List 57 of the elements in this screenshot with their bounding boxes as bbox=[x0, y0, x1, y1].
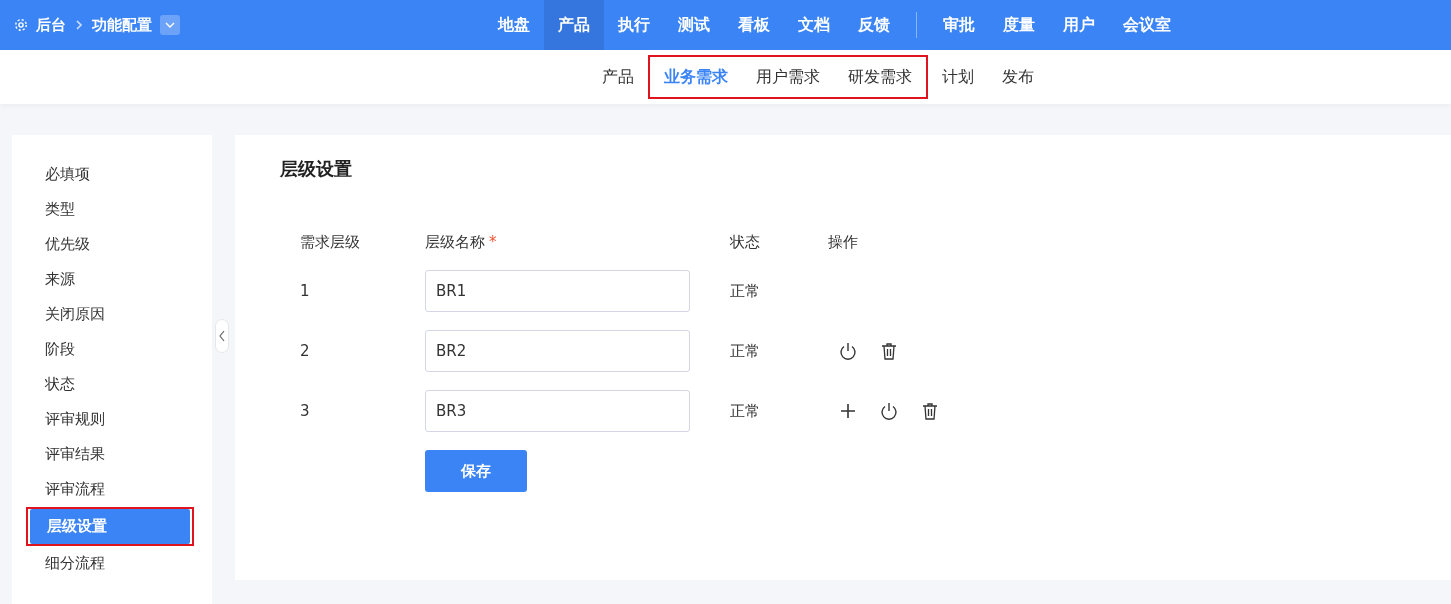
level-number: 3 bbox=[300, 402, 311, 420]
sidebar-item[interactable]: 必填项 bbox=[28, 157, 188, 192]
required-mark: * bbox=[489, 233, 497, 251]
breadcrumb-current[interactable]: 功能配置 bbox=[92, 15, 152, 35]
sub-tab[interactable]: 用户需求 bbox=[742, 57, 834, 97]
sidebar-item[interactable]: 优先级 bbox=[28, 227, 188, 262]
sidebar-item[interactable]: 来源 bbox=[28, 262, 188, 297]
nav-tab[interactable]: 度量 bbox=[989, 0, 1049, 50]
breadcrumb-home[interactable]: 后台 bbox=[36, 15, 66, 35]
chevron-right-icon bbox=[74, 20, 84, 30]
power-icon[interactable] bbox=[838, 341, 858, 361]
sidebar-item[interactable]: 评审规则 bbox=[28, 402, 188, 437]
nav-tab[interactable]: 地盘 bbox=[484, 0, 544, 50]
content-panel: 层级设置 需求层级 层级名称 * 状态 操作 1 BR1 正常 2 BR2 正常 3 BR3 正常 保存 bbox=[235, 135, 1451, 580]
sub-tab[interactable]: 计划 bbox=[928, 57, 988, 97]
nav-tab[interactable]: 审批 bbox=[929, 0, 989, 50]
nav-tab[interactable]: 文档 bbox=[784, 0, 844, 50]
sidebar-item[interactable]: 阶段 bbox=[28, 332, 188, 367]
sidebar-item[interactable]: 层级设置 bbox=[30, 509, 190, 544]
panel-title: 层级设置 bbox=[280, 157, 353, 181]
status-text: 正常 bbox=[730, 281, 761, 301]
column-header: 操作 bbox=[828, 233, 859, 252]
sidebar-item[interactable]: 关闭原因 bbox=[28, 297, 188, 332]
dropdown-toggle[interactable] bbox=[160, 15, 180, 35]
nav-tab[interactable]: 测试 bbox=[664, 0, 724, 50]
chevron-down-icon bbox=[165, 20, 175, 30]
settings-icon bbox=[14, 18, 28, 32]
plus-icon[interactable] bbox=[838, 401, 858, 421]
column-header: 状态 bbox=[730, 233, 761, 252]
sidebar-item[interactable]: 类型 bbox=[28, 192, 188, 227]
sub-tab[interactable]: 业务需求 bbox=[650, 57, 742, 97]
trash-icon[interactable] bbox=[879, 341, 899, 361]
name-input[interactable]: BR1 bbox=[425, 270, 690, 312]
trash-icon[interactable] bbox=[920, 401, 940, 421]
sidebar-item[interactable]: 评审流程 bbox=[28, 472, 188, 507]
sub-tab[interactable]: 研发需求 bbox=[834, 57, 926, 97]
sidebar-item[interactable]: 细分流程 bbox=[28, 546, 188, 581]
nav-tab[interactable]: 执行 bbox=[604, 0, 664, 50]
level-number: 2 bbox=[300, 342, 311, 360]
status-text: 正常 bbox=[730, 401, 761, 421]
nav-tab[interactable]: 用户 bbox=[1049, 0, 1109, 50]
sidebar-item[interactable]: 评审结果 bbox=[28, 437, 188, 472]
nav-tab[interactable]: 产品 bbox=[544, 0, 604, 50]
nav-tab[interactable]: 看板 bbox=[724, 0, 784, 50]
column-header: 需求层级 bbox=[300, 233, 361, 252]
status-text: 正常 bbox=[730, 341, 761, 361]
save-button[interactable]: 保存 bbox=[425, 450, 527, 492]
sub-tab[interactable]: 发布 bbox=[988, 57, 1048, 97]
name-input[interactable]: BR3 bbox=[425, 390, 690, 432]
power-icon[interactable] bbox=[879, 401, 899, 421]
level-number: 1 bbox=[300, 282, 311, 300]
collapse-handle[interactable] bbox=[215, 319, 229, 353]
nav-tab[interactable]: 会议室 bbox=[1109, 0, 1185, 50]
sub-tab[interactable]: 产品 bbox=[588, 57, 648, 97]
sidebar-item[interactable]: 状态 bbox=[28, 367, 188, 402]
name-input[interactable]: BR2 bbox=[425, 330, 690, 372]
nav-tab[interactable]: 反馈 bbox=[844, 0, 904, 50]
